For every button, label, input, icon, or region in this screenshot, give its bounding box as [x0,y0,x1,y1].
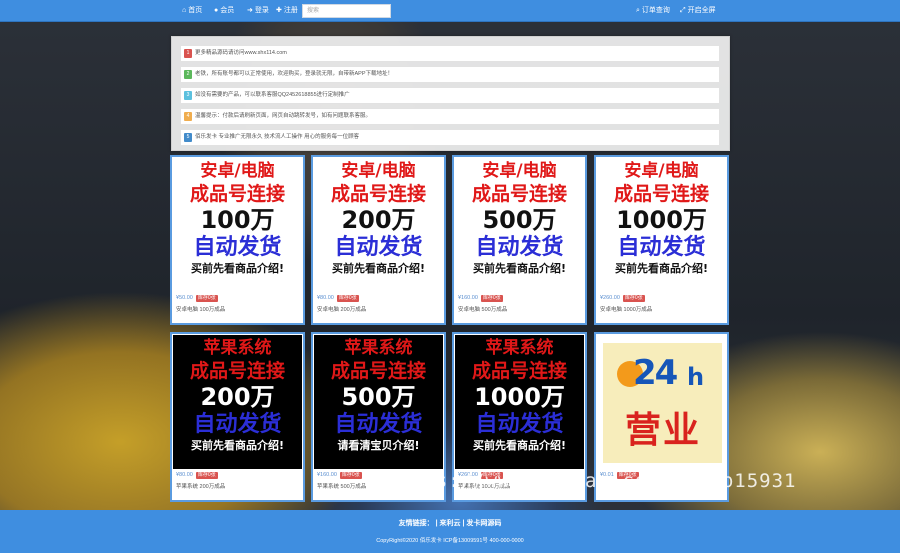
product-name[interactable]: 安卓电脑 500万成品 [458,305,507,313]
user-icon: ● [214,7,219,14]
product-banner: 苹果系统 成品号连接 200万 自动发货 买前先看商品介绍! [173,335,302,469]
nav-home[interactable]: ⌂ 首页 [182,0,202,22]
product-name[interactable]: 苹果系统 200万成品 [176,482,225,490]
product-banner: 安卓/电脑 成品号连接 1000万 自动发货 买前先看商品介绍! [597,158,726,292]
friend-links: 友情链接： | 来利云 | 发卡网源码 [398,520,502,527]
login-icon: ➜ [247,7,253,14]
product-price: ¥80.00 库存0张 [176,472,218,479]
notice-item: 4 温馨提示：付款后请刷新页面，网页自动跳转发号，如有问题联系客服。 [180,108,720,125]
notice-number: 3 [184,91,192,100]
notice-panel: 1 更多精品源码请访问www.shx114.com 2 老铁，所有账号都可以正常… [171,36,730,151]
notice-number: 5 [184,133,192,142]
nav-register[interactable]: ✚ 注册 [276,0,298,22]
notice-number: 4 [184,112,192,121]
notice-item: 3 如没有需要的产品，可以联系客服QQ2452618855进行定制推广 [180,87,720,104]
nav-member[interactable]: ● 会员 [214,0,234,22]
product-banner: 苹果系统 成品号连接 1000万 自动发货 买前先看商品介绍! [455,335,584,469]
24h-poster: 24 h 营业 [603,343,722,463]
product-price: ¥160.00 库存0张 [317,472,362,479]
product-name[interactable]: 安卓电脑 1000万成品 [600,305,652,313]
stock-badge: 库存0张 [622,295,645,302]
stock-badge: 库存0张 [339,472,362,479]
product-card[interactable]: 苹果系统 成品号连接 200万 自动发货 买前先看商品介绍! ¥80.00 库存0… [170,332,305,502]
nav-fullscreen[interactable]: ⤢ 开启全屏 [680,0,716,22]
product-banner: 安卓/电脑 成品号连接 500万 自动发货 买前先看商品介绍! [455,158,584,292]
watermark-text: https://www.huzhan.com/ishop15931 [386,470,797,492]
product-card[interactable]: 安卓/电脑 成品号连接 200万 自动发货 买前先看商品介绍! ¥80.00 库存… [311,155,446,325]
top-nav-bar: ⌂首页 ●会员 ➜登录 ✚注册 ⌕订单查询 ⤢开启全屏 [0,0,900,22]
notice-item: 2 老铁，所有账号都可以正常使用，欢迎购买，登录就无限，自带新APP下载地址！ [180,66,720,83]
stock-badge: 库存0张 [480,295,503,302]
friend-link-2[interactable]: 发卡网源码 [466,520,501,527]
nav-login[interactable]: ➜ 登录 [247,0,269,22]
friend-link-1[interactable]: 来利云 [440,520,461,527]
product-banner: 安卓/电脑 成品号连接 100万 自动发货 买前先看商品介绍! [173,158,302,292]
notice-item: 5 佰乐发卡 专业推广无限永久 技术流人工操作 用心的服务每一位顾客 [180,129,720,146]
fullscreen-icon: ⤢ [680,7,686,14]
nav-order-query[interactable]: ⌕ 订单查询 [636,0,670,22]
product-banner: 24 h 营业 [597,335,726,469]
copyright: CopyRight©2020 佰乐发卡 ICP备13009591号 400-00… [376,538,524,544]
home-icon: ⌂ [182,7,187,14]
product-banner: 苹果系统 成品号连接 500万 自动发货 请看清宝贝介绍! [314,335,443,469]
product-price: ¥80.00 库存0张 [317,295,359,302]
stock-badge: 库存0张 [195,472,218,479]
product-name[interactable]: 安卓电脑 200万成品 [317,305,366,313]
stock-badge: 库存0张 [336,295,359,302]
stock-badge: 库存0张 [195,295,218,302]
product-card[interactable]: 安卓/电脑 成品号连接 100万 自动发货 买前先看商品介绍! ¥50.00 库存… [170,155,305,325]
register-icon: ✚ [276,7,282,14]
notice-item: 1 更多精品源码请访问www.shx114.com [180,45,720,62]
product-card[interactable]: 安卓/电脑 成品号连接 1000万 自动发货 买前先看商品介绍! ¥260.00… [594,155,729,325]
product-card[interactable]: 安卓/电脑 成品号连接 500万 自动发货 买前先看商品介绍! ¥160.00 库… [452,155,587,325]
product-banner: 安卓/电脑 成品号连接 200万 自动发货 买前先看商品介绍! [314,158,443,292]
notice-number: 1 [184,49,192,58]
footer: 友情链接： | 来利云 | 发卡网源码 CopyRight©2020 佰乐发卡 … [0,510,900,553]
notice-number: 2 [184,70,192,79]
product-price: ¥160.00 库存0张 [458,295,503,302]
product-name[interactable]: 安卓电脑 100万成品 [176,305,225,313]
product-price: ¥50.00 库存0张 [176,295,218,302]
search-input[interactable] [302,4,391,18]
product-price: ¥260.00 库存0张 [600,295,645,302]
product-name[interactable]: 苹果系统 500万成品 [317,482,366,490]
search-icon: ⌕ [636,7,640,14]
